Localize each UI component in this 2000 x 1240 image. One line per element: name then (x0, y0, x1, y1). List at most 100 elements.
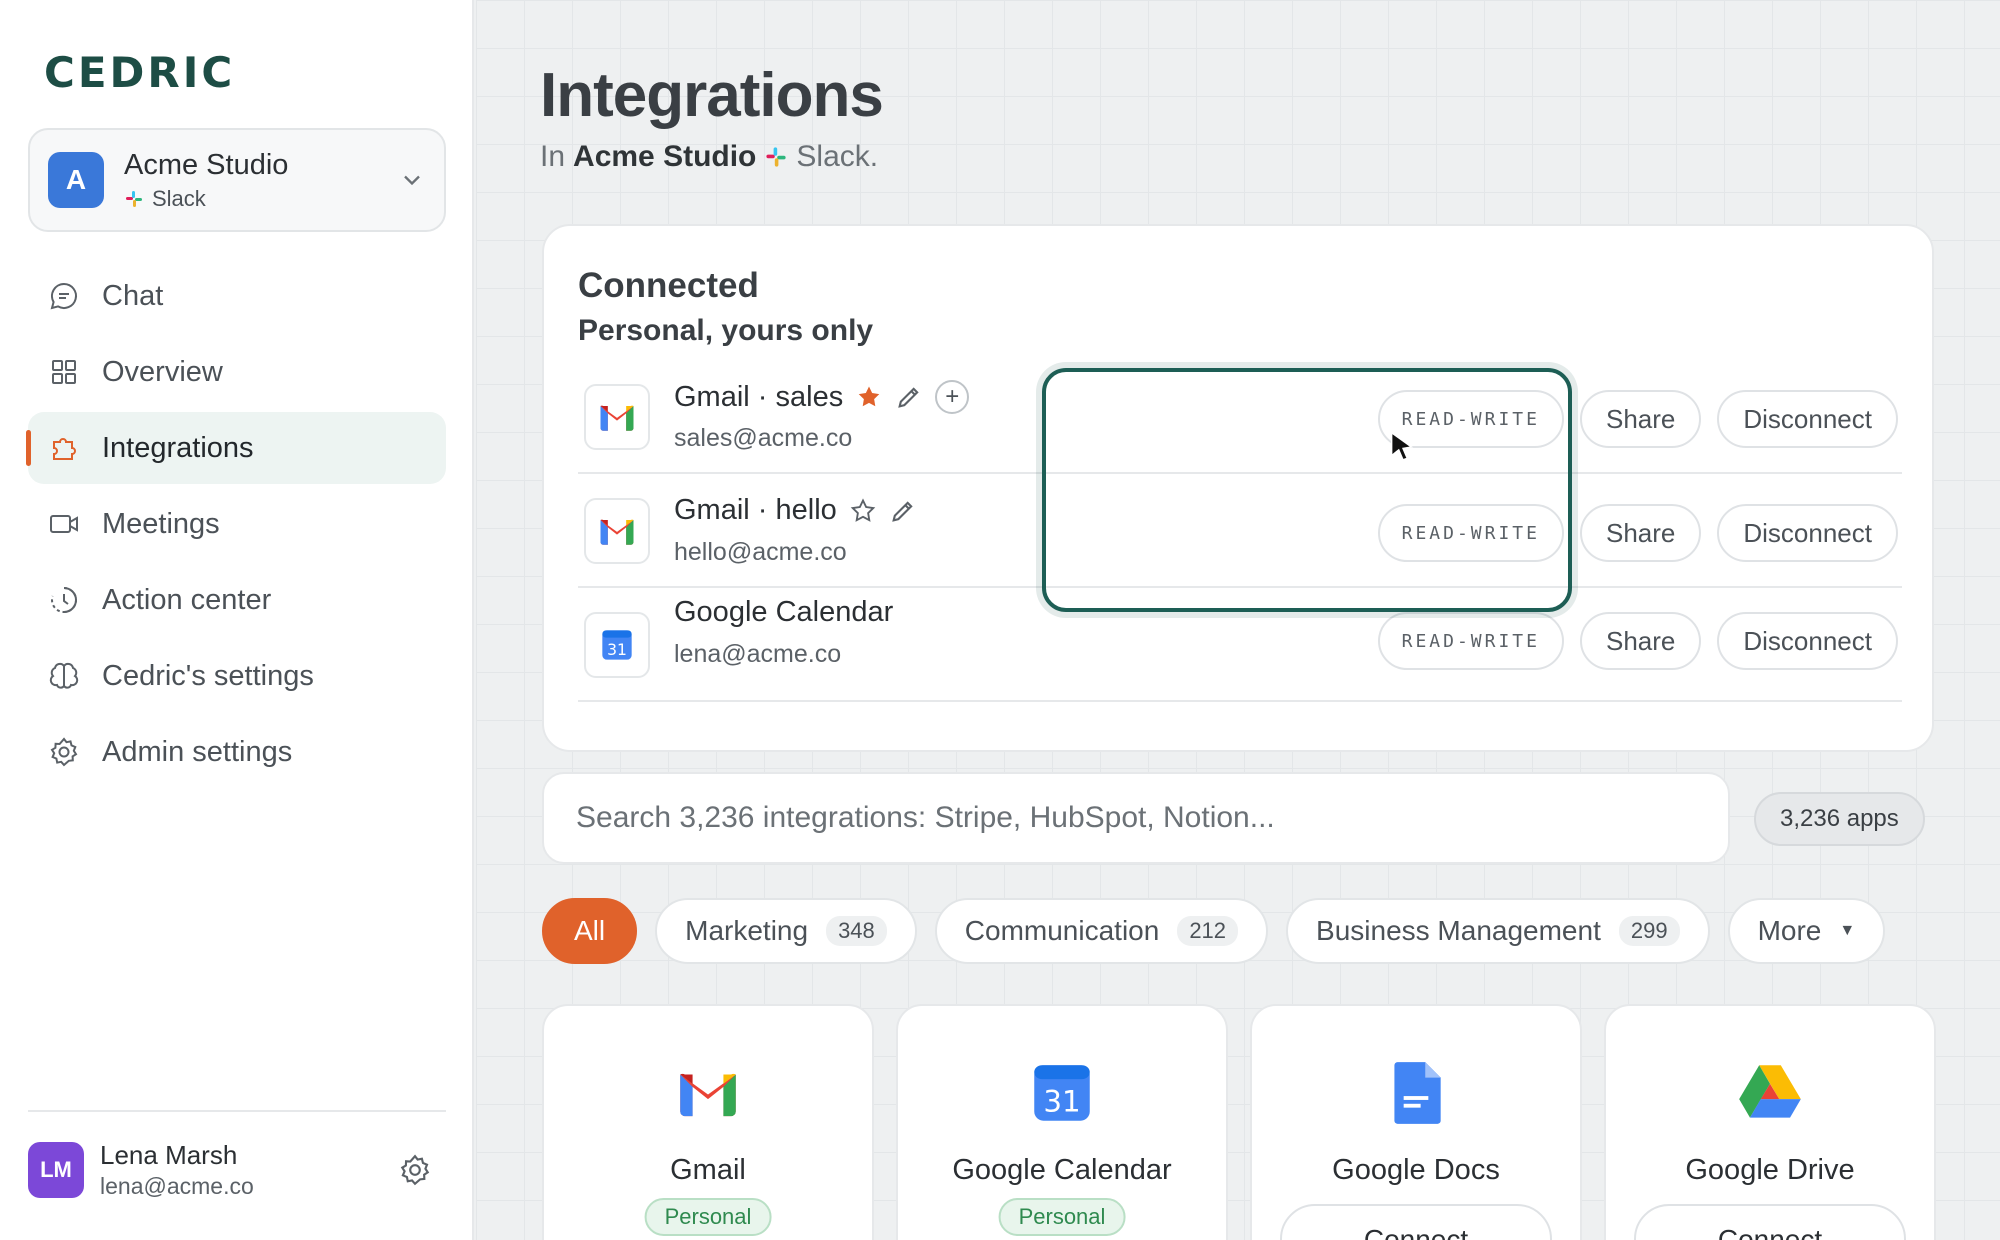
search-input[interactable] (576, 801, 1728, 835)
app-card-gmail[interactable]: Gmail Personal (542, 1004, 874, 1240)
clock-icon (51, 587, 78, 613)
chat-icon (50, 282, 77, 310)
share-button[interactable]: Share (1579, 504, 1702, 562)
disconnect-button[interactable]: Disconnect (1717, 612, 1898, 670)
gear-icon[interactable] (398, 1153, 432, 1187)
slack-icon (766, 147, 786, 167)
connected-card: Connected Personal, yours only Gmail · s… (542, 224, 1934, 752)
connection-email: sales@acme.co (674, 424, 853, 452)
connection-email: lena@acme.co (674, 640, 842, 668)
permission-badge[interactable]: READ-WRITE (1377, 504, 1564, 562)
apps-count-badge: 3,236 apps (1754, 792, 1925, 846)
gmail-icon (584, 384, 650, 450)
connection-name: Google Calendar (674, 596, 894, 628)
sidebar-item-label: Integrations (102, 431, 254, 464)
sidebar-item-label: Cedric's settings (102, 659, 314, 692)
star-filled-icon[interactable] (855, 383, 883, 411)
connection-row: Gmail · hello hello@acme.co READ-WRITE S… (578, 476, 1902, 588)
subtitle-prefix: In (540, 140, 566, 173)
filter-all[interactable]: All (542, 898, 638, 964)
workspace-name: Acme Studio (124, 148, 289, 181)
connection-row: 31 Google Calendar lena@acme.co READ-WRI… (578, 590, 1902, 702)
google-drive-icon (1739, 1065, 1801, 1118)
filter-count: 212 (1177, 916, 1239, 946)
app-card-google-docs[interactable]: Google Docs Connect (1250, 1004, 1582, 1240)
google-calendar-icon: 31 (1034, 1065, 1090, 1121)
sidebar-item-admin-settings[interactable]: Admin settings (28, 716, 446, 788)
app-card-google-drive[interactable]: Google Drive Connect (1604, 1004, 1936, 1240)
add-icon[interactable]: + (935, 380, 970, 414)
sidebar-item-label: Action center (102, 583, 272, 616)
main-content: Integrations In Acme Studio Slack. Conne… (476, 0, 2000, 1240)
brain-icon (49, 662, 79, 689)
workspace-switcher[interactable]: A Acme Studio Slack (28, 128, 446, 232)
disconnect-button[interactable]: Disconnect (1717, 390, 1898, 448)
connected-subtitle: Personal, yours only (578, 314, 874, 347)
sidebar-item-action-center[interactable]: Action center (28, 564, 446, 636)
filter-label: More (1757, 915, 1822, 946)
svg-text:31: 31 (1043, 1085, 1080, 1119)
subtitle-workspace: Acme Studio (573, 140, 757, 173)
connect-button[interactable]: Connect (1280, 1204, 1552, 1240)
brand-logo[interactable]: CEDRIC (44, 48, 235, 97)
filter-more[interactable]: More ▼ (1727, 898, 1886, 964)
subtitle-platform: Slack. (796, 140, 879, 173)
caret-down-icon: ▼ (1839, 922, 1856, 939)
sidebar-nav: Chat Overview Integrations Meetings Acti… (26, 260, 446, 792)
svg-text:31: 31 (607, 641, 627, 659)
sidebar-divider (28, 1110, 446, 1112)
pencil-icon[interactable] (895, 383, 923, 411)
filter-count: 348 (826, 916, 887, 946)
sidebar-item-label: Admin settings (102, 735, 293, 768)
permission-badge[interactable]: READ-WRITE (1377, 612, 1564, 670)
sidebar-item-meetings[interactable]: Meetings (28, 488, 446, 560)
app-card-google-calendar[interactable]: 31 Google Calendar Personal (896, 1004, 1228, 1240)
filter-communication[interactable]: Communication 212 (934, 898, 1269, 964)
sidebar-item-overview[interactable]: Overview (28, 336, 446, 408)
category-filters: All Marketing 348 Communication 212 Busi… (542, 898, 1886, 964)
avatar: LM (28, 1142, 84, 1198)
user-profile[interactable]: LM Lena Marsh lena@acme.co (28, 1140, 446, 1200)
status-badge: Personal (998, 1198, 1126, 1236)
connection-email: hello@acme.co (674, 538, 847, 566)
status-badge: Personal (644, 1198, 772, 1236)
filter-business-management[interactable]: Business Management 299 (1286, 898, 1710, 964)
chevron-down-icon (404, 175, 420, 186)
app-name: Gmail (670, 1154, 746, 1186)
connect-button[interactable]: Connect (1634, 1204, 1906, 1240)
star-outline-icon[interactable] (849, 497, 877, 525)
gear-icon (50, 737, 78, 767)
video-icon (50, 515, 78, 533)
sidebar-item-label: Chat (102, 279, 164, 312)
filter-label: Communication (964, 915, 1160, 946)
search-box[interactable] (542, 772, 1730, 864)
mouse-cursor-icon (1390, 431, 1414, 461)
connection-row: Gmail · sales + sales@acme.co READ-WRITE… (578, 362, 1902, 474)
sidebar-item-label: Overview (102, 355, 223, 388)
page-title: Integrations (540, 61, 884, 130)
filter-count: 299 (1618, 916, 1680, 946)
share-button[interactable]: Share (1579, 390, 1702, 448)
filter-label: Business Management (1316, 915, 1601, 946)
google-docs-icon (1394, 1062, 1441, 1124)
gmail-icon (584, 498, 650, 564)
sidebar-item-integrations[interactable]: Integrations (26, 412, 446, 484)
pencil-icon[interactable] (889, 497, 917, 525)
app-name: Google Docs (1332, 1154, 1500, 1186)
workspace-platform: Slack (152, 185, 206, 211)
sidebar-item-cedric-settings[interactable]: Cedric's settings (28, 640, 446, 712)
sidebar-item-chat[interactable]: Chat (28, 260, 446, 332)
app-name: Google Calendar (952, 1154, 1172, 1186)
connection-name: Gmail · sales (674, 380, 844, 413)
connected-title: Connected (578, 266, 759, 305)
filter-label: All (574, 915, 606, 946)
puzzle-icon (53, 438, 76, 460)
page-subtitle: In Acme Studio Slack. (540, 140, 878, 174)
connection-name: Gmail · hello (674, 494, 837, 526)
slack-icon (126, 190, 142, 207)
app-name: Google Drive (1685, 1154, 1855, 1186)
filter-marketing[interactable]: Marketing 348 (655, 898, 917, 964)
gmail-icon (680, 1073, 736, 1117)
share-button[interactable]: Share (1579, 612, 1702, 670)
disconnect-button[interactable]: Disconnect (1717, 504, 1898, 562)
